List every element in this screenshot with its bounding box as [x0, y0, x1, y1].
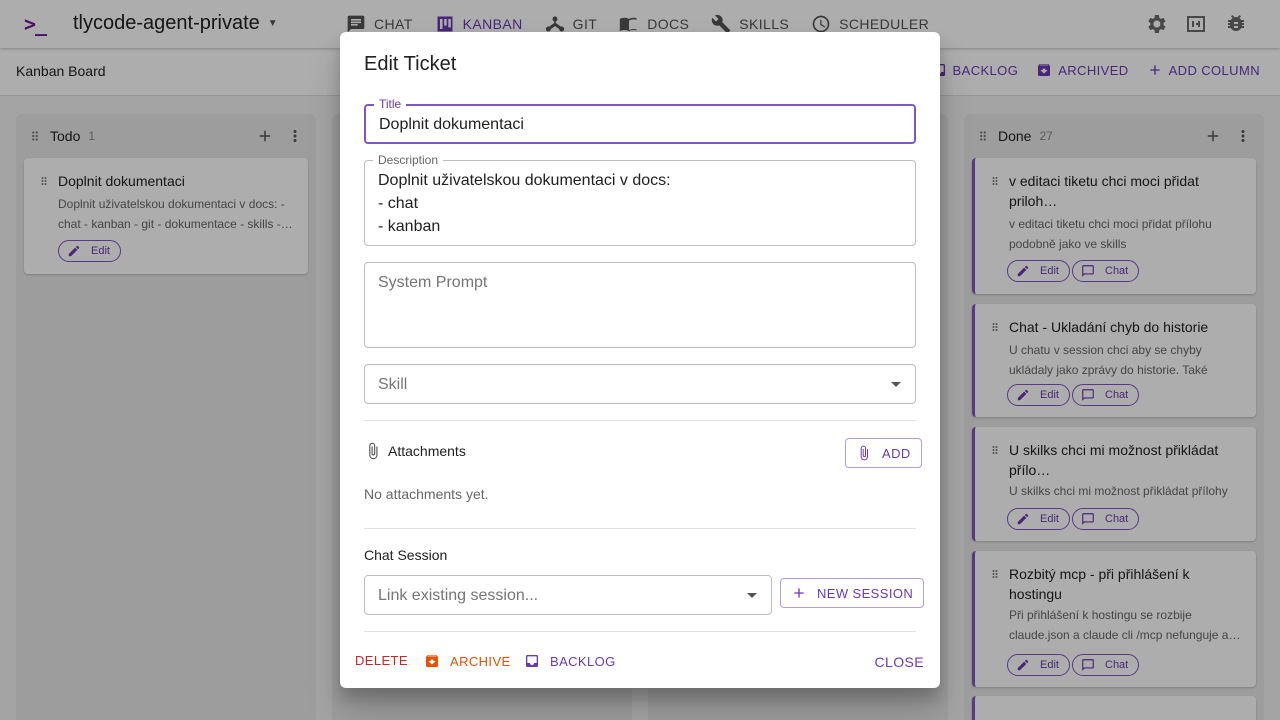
delete-label: DELETE: [355, 653, 408, 668]
archive-label: ARCHIVE: [450, 653, 511, 669]
description-field[interactable]: Description Doplnit uživatelskou dokumen…: [364, 153, 916, 246]
delete-button[interactable]: DELETE: [355, 653, 408, 668]
description-field-value: Doplnit uživatelskou dokumentaci v docs:…: [378, 172, 671, 235]
no-attachments-text: No attachments yet.: [364, 486, 489, 502]
paperclip-icon: [369, 442, 378, 460]
inbox-icon: [526, 655, 538, 667]
description-field-label: Description: [373, 153, 444, 167]
new-session-label: NEW SESSION: [817, 585, 914, 601]
attachments-header: Attachments: [364, 442, 466, 460]
dialog-title: Edit Ticket: [364, 53, 457, 75]
move-to-backlog-button[interactable]: BACKLOG: [524, 653, 616, 669]
system-prompt-placeholder: System Prompt: [378, 274, 488, 291]
archive-button[interactable]: ARCHIVE: [424, 653, 511, 669]
add-attachment-label: ADD: [882, 445, 911, 461]
edit-ticket-dialog: Edit Ticket Title Doplnit dokumentaci De…: [340, 32, 940, 688]
divider: [364, 631, 916, 632]
title-field-label: Title: [374, 97, 407, 111]
system-prompt-field[interactable]: System Prompt: [364, 262, 916, 348]
title-field-value: Doplnit dokumentaci: [379, 116, 524, 133]
title-field[interactable]: Title Doplnit dokumentaci: [364, 97, 916, 144]
chat-session-label: Chat Session: [364, 547, 448, 563]
dropdown-arrow-icon: [891, 382, 901, 387]
paperclip-icon: [860, 445, 868, 461]
divider: [364, 528, 916, 529]
close-button[interactable]: CLOSE: [875, 654, 924, 670]
backlog-label: BACKLOG: [550, 653, 616, 669]
divider: [364, 420, 916, 421]
close-label: CLOSE: [874, 654, 924, 670]
add-attachment-button[interactable]: ADD: [845, 438, 922, 468]
new-session-button[interactable]: NEW SESSION: [780, 578, 925, 608]
dropdown-arrow-icon: [747, 593, 757, 598]
plus-icon: [794, 588, 804, 598]
session-select[interactable]: Link existing session...: [364, 575, 772, 615]
skill-placeholder: Skill: [378, 376, 408, 393]
archive-icon: [426, 655, 438, 667]
attachments-label: Attachments: [388, 443, 466, 459]
skill-select[interactable]: Skill: [364, 364, 916, 404]
session-placeholder: Link existing session...: [378, 587, 539, 604]
